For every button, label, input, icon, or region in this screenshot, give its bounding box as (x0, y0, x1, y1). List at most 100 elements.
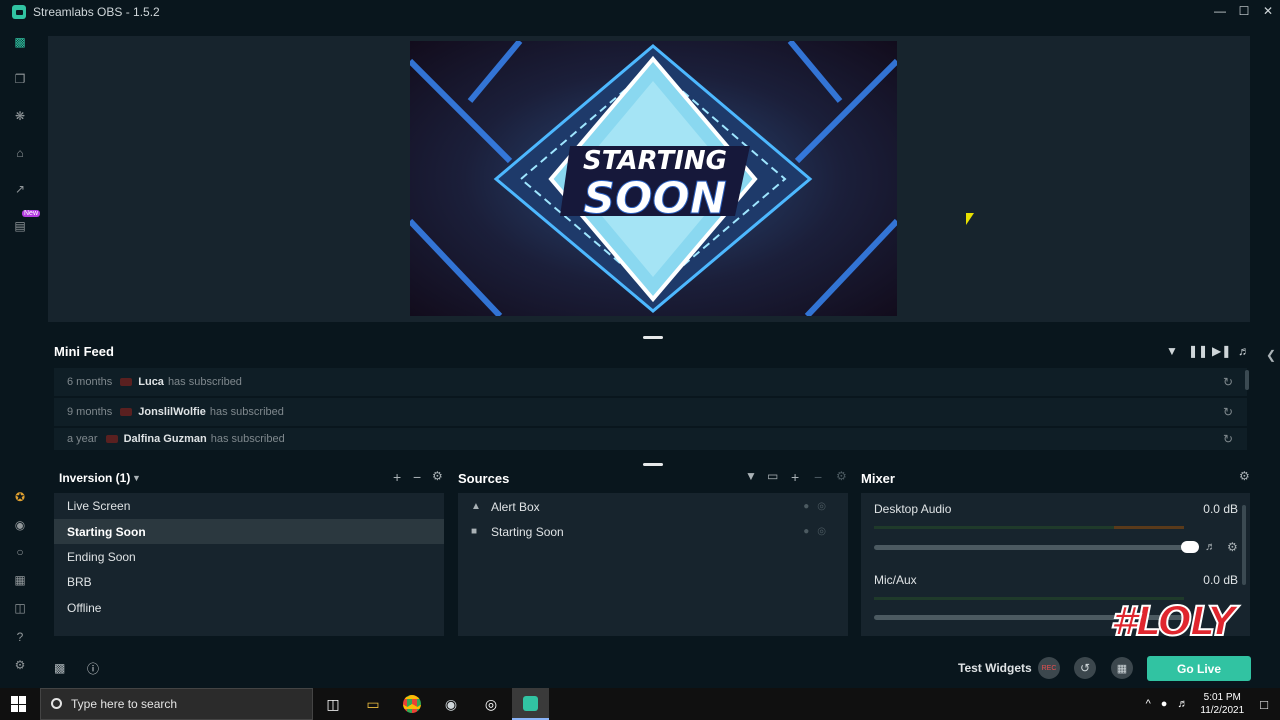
layout-icon[interactable]: ▦ (12, 572, 28, 588)
tray-chevron-up-icon[interactable]: ^ (1146, 698, 1151, 710)
info-icon[interactable]: ⓘ (87, 660, 99, 677)
streamlabs-logo-icon (12, 5, 26, 19)
themes-icon[interactable]: ❋ (12, 108, 28, 124)
mixer-channel-label: Desktop Audio (874, 502, 952, 516)
clips-icon[interactable]: ▤ (12, 218, 28, 234)
go-live-button[interactable]: Go Live (1147, 656, 1251, 681)
speaker-icon[interactable]: ♬ (1205, 541, 1216, 553)
scene-item[interactable]: Ending Soon (54, 544, 444, 569)
volume-tray-icon[interactable]: ♬ (1177, 698, 1188, 710)
system-tray: ^ ● ♬ 5:01 PM 11/2/2021 □ (1146, 688, 1280, 720)
obs-icon[interactable]: ◎ (480, 693, 502, 715)
studio-mode-icon[interactable]: ◫ (12, 600, 28, 616)
resize-handle-preview[interactable] (643, 336, 663, 339)
starting-text: STARTING (583, 146, 727, 176)
mixer-settings-gear-icon[interactable]: ⚙ (1239, 469, 1250, 483)
windows-taskbar: Type here to search ◫ ▭ ◉ ◎ ^ ● ♬ 5:01 P… (0, 688, 1280, 720)
loly-watermark: #LOLY (1109, 598, 1237, 646)
scene-item-selected[interactable]: Starting Soon (54, 519, 444, 544)
source-item[interactable]: ■ Starting Soon ●◎ (458, 519, 848, 544)
mixer-scrollbar[interactable] (1242, 505, 1246, 585)
volume-slider[interactable] (874, 545, 1184, 550)
footer-bar: ▩ ⓘ Test Widgets REC ↺ ▦ Go Live (41, 652, 1280, 688)
minimize-button[interactable]: — (1208, 0, 1232, 22)
chevron-down-icon[interactable]: ▼ (132, 473, 141, 483)
source-label: Alert Box (491, 499, 540, 514)
replay-buffer-icon[interactable]: ↺ (1074, 657, 1096, 679)
clock[interactable]: 5:01 PM 11/2/2021 (1200, 691, 1244, 717)
scene-item[interactable]: BRB (54, 569, 444, 594)
dashboard-chart-icon[interactable]: ↗ (12, 181, 28, 197)
scene-item[interactable]: Offline (54, 595, 444, 620)
taskbar-search-input[interactable]: Type here to search (40, 688, 313, 720)
add-scene-button[interactable]: + (393, 469, 401, 485)
close-button[interactable]: ✕ (1256, 0, 1280, 22)
source-group-icon[interactable]: ▼ (745, 469, 757, 483)
mixer-channel-db: 0.0 dB (1203, 502, 1238, 516)
scene-collection-selector[interactable]: Inversion (1) (59, 471, 130, 485)
add-source-button[interactable]: + (791, 469, 799, 485)
schedule-icon[interactable]: ▦ (1111, 657, 1133, 679)
volume-slider-knob[interactable] (1181, 541, 1199, 553)
streamlabs-taskbar-button[interactable] (512, 688, 549, 720)
settings-gear-icon[interactable]: ⚙ (12, 657, 28, 673)
channel-gear-icon[interactable]: ⚙ (1227, 540, 1238, 554)
mixer-channel-label: Mic/Aux (874, 573, 917, 587)
mixer-title: Mixer (861, 471, 895, 486)
editor-camera-icon[interactable]: ▩ (12, 34, 28, 50)
file-explorer-icon[interactable]: ▭ (362, 693, 384, 715)
maximize-button[interactable]: ☐ (1232, 0, 1256, 22)
prime-icon[interactable]: ✪ (12, 489, 28, 505)
source-item[interactable]: ▲ Alert Box ●◎ (458, 494, 848, 519)
filter-icon[interactable]: ▼ (1164, 344, 1180, 358)
record-button[interactable]: REC (1038, 657, 1060, 679)
store-icon[interactable]: ⌂ (12, 145, 28, 161)
resize-handle-feed[interactable] (643, 463, 663, 466)
remove-scene-button[interactable]: − (413, 469, 421, 485)
youtube-icon (120, 408, 133, 416)
folder-icon[interactable]: ▭ (767, 469, 778, 483)
feed-action: has subscribed (167, 376, 242, 388)
scene-item[interactable]: Live Screen (54, 493, 444, 518)
feed-item: a year Dalfina Guzman has subscribed ↻ (54, 428, 1247, 450)
layers-icon[interactable]: ❐ (12, 71, 28, 87)
side-nav: ▩ ❐ ❋ ⌂ ↗ ▤ New ✪ ◉ ○ ▦ ◫ ? ⚙ (0, 24, 41, 688)
replay-icon[interactable]: ↻ (1223, 405, 1233, 419)
chrome-icon[interactable] (401, 693, 423, 715)
source-settings-gear-icon[interactable]: ⚙ (836, 469, 847, 483)
help-icon[interactable]: ? (12, 629, 28, 645)
steam-icon[interactable]: ◉ (440, 693, 462, 715)
youtube-icon (105, 435, 118, 443)
lock-visibility-icons[interactable]: ●◎ (803, 526, 834, 537)
remove-source-button[interactable]: − (814, 469, 822, 485)
task-view-icon[interactable]: ◫ (322, 693, 344, 715)
streamlabs-taskbar-icon (523, 696, 538, 711)
windows-start-icon[interactable] (11, 696, 27, 712)
performance-icon[interactable]: ▩ (54, 661, 65, 675)
test-widgets-button[interactable]: Test Widgets (958, 661, 1032, 675)
skip-icon[interactable]: ▶❚ (1212, 344, 1231, 358)
feed-item: 9 months JonslilWolfie has subscribed ↻ (54, 398, 1247, 426)
scenes-list: Live Screen Starting Soon Ending Soon BR… (54, 493, 444, 636)
collapse-panel-icon[interactable]: ❮ (1266, 348, 1276, 362)
chat-icon[interactable]: ○ (12, 544, 28, 560)
replay-icon[interactable]: ↻ (1223, 432, 1233, 446)
notification-icon[interactable]: □ (1260, 697, 1268, 712)
bell-icon: ▲ (471, 501, 481, 512)
feed-name: Luca (138, 376, 164, 388)
new-badge: New (22, 210, 41, 217)
cloudbot-icon[interactable]: ◉ (12, 517, 28, 533)
lock-visibility-icons[interactable]: ●◎ (803, 501, 834, 512)
file-icon: ■ (471, 526, 478, 537)
youtube-icon (120, 378, 133, 386)
replay-icon[interactable]: ↻ (1223, 375, 1233, 389)
microphone-icon[interactable]: ● (1161, 698, 1168, 710)
mouse-cursor-icon (966, 213, 974, 225)
sources-title: Sources (458, 471, 510, 486)
volume-icon[interactable]: ♬ (1236, 344, 1252, 358)
pause-icon[interactable]: ❚❚ (1188, 344, 1208, 358)
search-icon (51, 698, 62, 709)
feed-scrollbar[interactable] (1245, 370, 1249, 390)
scene-settings-gear-icon[interactable]: ⚙ (432, 469, 443, 483)
volume-meter (874, 526, 1184, 529)
